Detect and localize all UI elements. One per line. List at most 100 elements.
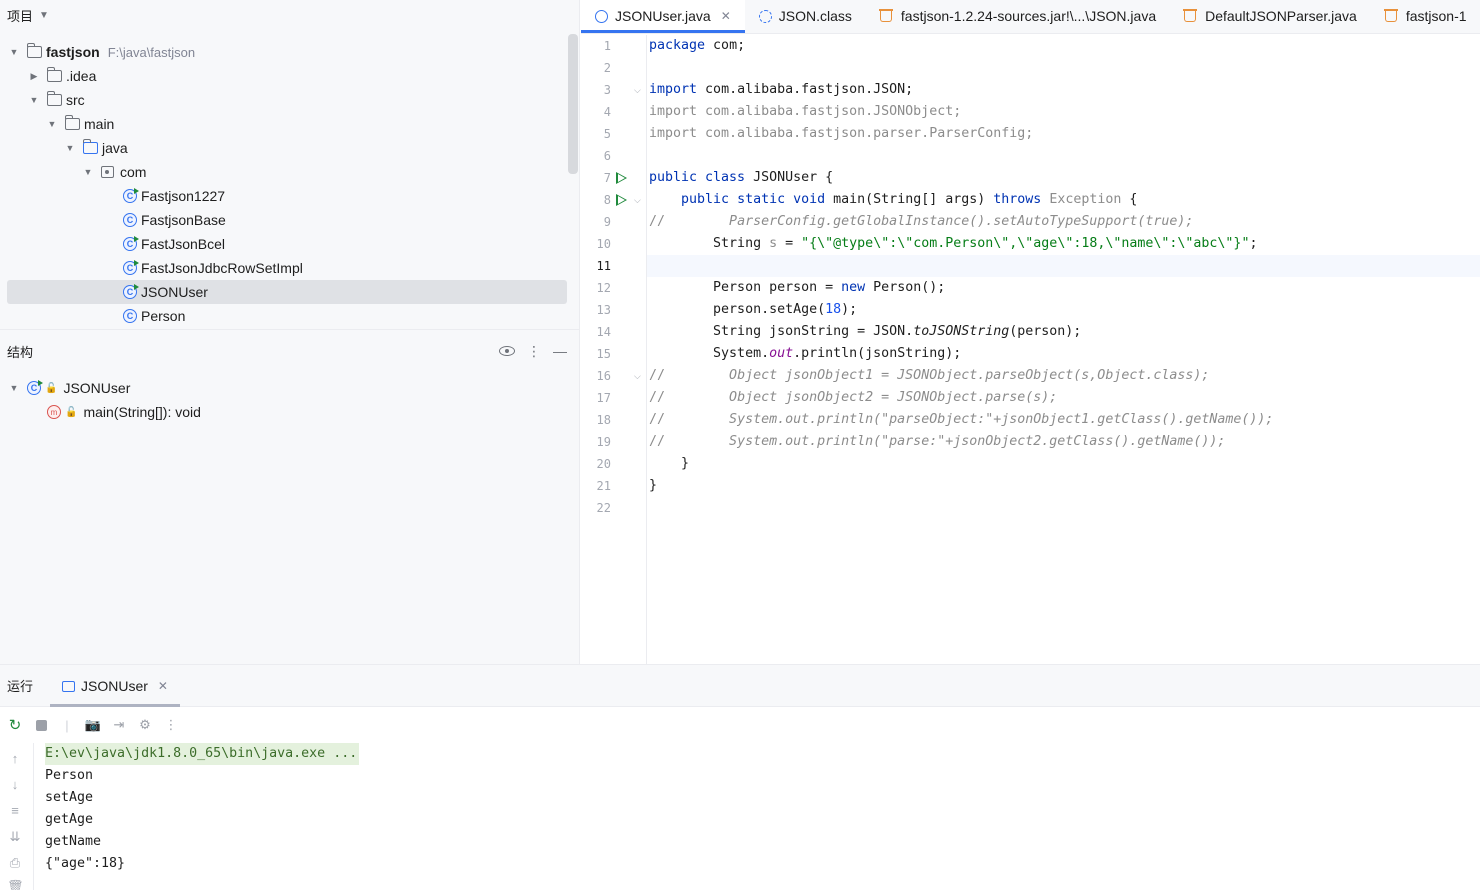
code-token: Exception xyxy=(1041,192,1122,207)
class-icon: C xyxy=(123,236,139,251)
code-token: Person person = xyxy=(649,280,842,295)
line-number: 9 xyxy=(603,215,611,229)
console-line: {"age":18} xyxy=(45,856,126,871)
chevron-down-icon[interactable]: ▼ xyxy=(45,119,59,129)
rerun-icon[interactable]: ↻ xyxy=(7,717,23,734)
tree-item-main[interactable]: ▼ main xyxy=(7,112,567,136)
arrow-down-icon[interactable]: ↓ xyxy=(7,777,23,792)
run-config-tab[interactable]: JSONUser ✕ xyxy=(50,665,180,707)
class-icon: C xyxy=(123,188,139,203)
tab-json-class[interactable]: JSON.class xyxy=(745,0,866,33)
tree-item-label: src xyxy=(66,92,85,108)
tree-item-fastjson1227[interactable]: C Fastjson1227 xyxy=(7,184,567,208)
tree-item-label: FastJsonBcel xyxy=(141,236,226,252)
tab-defaultjsonparser-java[interactable]: DefaultJSONParser.java xyxy=(1170,0,1371,33)
tree-item-idea[interactable]: ▶ .idea xyxy=(7,64,567,88)
panel-divider[interactable] xyxy=(0,329,580,330)
tree-item-src[interactable]: ▼ src xyxy=(7,88,567,112)
string-literal: "{\"@type\":\"com.Person\",\"age\":18,\"… xyxy=(801,236,1250,251)
code-line: person.setAge(18); xyxy=(649,299,857,321)
code-token: JSONUser { xyxy=(745,170,834,185)
attach-debugger-icon[interactable]: ⚙ xyxy=(137,717,153,733)
package-icon xyxy=(101,166,114,178)
soft-wrap-icon[interactable]: ≡ xyxy=(7,803,23,818)
eye-icon[interactable] xyxy=(499,346,515,356)
line-number: 16 xyxy=(596,369,611,383)
line-number: 13 xyxy=(596,303,611,317)
scroll-to-end-icon[interactable]: ⇊ xyxy=(7,829,23,845)
chevron-down-icon[interactable]: ▼ xyxy=(39,10,49,21)
project-panel-title[interactable]: 项目 xyxy=(7,6,33,25)
run-toolbar: ↻ | 📷 ⇥ ⚙ ⋮ xyxy=(0,708,1480,742)
chevron-down-icon[interactable]: ▼ xyxy=(7,383,21,393)
export-icon[interactable]: ⇥ xyxy=(111,717,127,733)
tab-label: fastjson-1.2.24-sources.jar!\...\JSON.ja… xyxy=(900,8,1157,24)
tab-jsonuser-java[interactable]: JSONUser.java ✕ xyxy=(581,0,745,33)
stop-icon[interactable] xyxy=(33,717,49,733)
code-line: import com.alibaba.fastjson.JSON; xyxy=(649,79,913,101)
tree-item-person[interactable]: C Person xyxy=(7,304,567,328)
tree-item-label: fastjson xyxy=(46,44,100,60)
code-token: String jsonString = JSON. xyxy=(649,324,914,339)
editor-gutter[interactable]: 1 2 3 4 5 6 7 8 9 10 11 12 13 14 15 16 1… xyxy=(581,35,647,664)
close-icon[interactable]: ✕ xyxy=(721,9,731,23)
structure-item-class[interactable]: ▼ C 🔓 JSONUser xyxy=(7,376,567,400)
arrow-up-icon[interactable]: ↑ xyxy=(7,751,23,766)
line-number: 1 xyxy=(603,39,611,53)
line-number: 2 xyxy=(603,61,611,75)
tree-item-label: Person xyxy=(141,308,186,324)
tree-item-java[interactable]: ▼ java xyxy=(7,136,567,160)
fold-icon[interactable]: ⌵ xyxy=(634,365,641,387)
tree-item-fastjsonbcel[interactable]: C FastJsonBcel xyxy=(7,232,567,256)
chevron-down-icon[interactable]: ▼ xyxy=(7,47,21,57)
tab-fastjson-sources-json-java[interactable]: fastjson-1.2.24-sources.jar!\...\JSON.ja… xyxy=(866,0,1170,33)
fold-icon[interactable]: ⌵ xyxy=(634,189,641,211)
more-options-icon[interactable]: ⋮ xyxy=(163,717,179,733)
line-number: 20 xyxy=(596,457,611,471)
camera-icon[interactable]: 📷 xyxy=(85,717,101,733)
chevron-down-icon[interactable]: ▼ xyxy=(27,95,41,105)
structure-item-method[interactable]: m 🔓 main(String[]): void xyxy=(7,400,567,424)
close-icon[interactable]: ✕ xyxy=(158,679,168,693)
code-token: String xyxy=(649,236,770,251)
run-main-icon[interactable] xyxy=(616,194,627,206)
code-token: person.setAge( xyxy=(649,302,826,317)
fold-icon[interactable]: ⌵ xyxy=(634,79,641,101)
run-class-icon[interactable] xyxy=(616,172,627,184)
tree-item-project-root[interactable]: ▼ fastjson F:\java\fastjson xyxy=(7,40,567,64)
project-path: F:\java\fastjson xyxy=(107,44,196,60)
tab-fastjson-truncated[interactable]: fastjson-1 xyxy=(1371,0,1480,33)
chevron-down-icon[interactable]: ▼ xyxy=(81,167,95,177)
tree-item-fastjsonbase[interactable]: C FastjsonBase xyxy=(7,208,567,232)
tree-item-label: JSONUser xyxy=(141,284,208,300)
public-access-icon: 🔓 xyxy=(45,382,58,394)
code-token: ); xyxy=(841,302,858,317)
console-line: setAge xyxy=(45,790,94,805)
console-command[interactable]: E:\ev\java\jdk1.8.0_65\bin\java.exe ... xyxy=(45,743,360,765)
minimize-icon[interactable]: — xyxy=(553,343,567,360)
java-source-icon xyxy=(1383,8,1398,22)
chevron-right-icon[interactable]: ▶ xyxy=(27,71,41,82)
code-line-unused-import: import com.alibaba.fastjson.JSONObject; xyxy=(649,104,962,119)
project-tree-scrollbar[interactable] xyxy=(568,34,578,174)
print-icon[interactable]: ⎙ xyxy=(7,855,23,871)
code-token: System. xyxy=(649,346,770,361)
trash-icon[interactable]: 🗑 xyxy=(7,879,24,890)
tree-item-label: FastjsonBase xyxy=(141,212,226,228)
tree-item-label: Fastjson1227 xyxy=(141,188,226,204)
tree-item-label: java xyxy=(102,140,128,156)
code-editor[interactable]: package com; import com.alibaba.fastjson… xyxy=(648,35,1480,664)
tree-item-jsonuser[interactable]: C JSONUser xyxy=(7,280,567,304)
chevron-down-icon[interactable]: ▼ xyxy=(63,143,77,153)
code-token: { xyxy=(1121,192,1138,207)
tree-item-com[interactable]: ▼ com xyxy=(7,160,567,184)
java-source-icon xyxy=(878,8,893,22)
line-number: 7 xyxy=(603,171,611,185)
project-panel-header[interactable]: 项目 ▼ xyxy=(0,0,580,30)
console-output[interactable]: E:\ev\java\jdk1.8.0_65\bin\java.exe ... … xyxy=(45,743,1475,875)
more-options-icon[interactable]: ⋮ xyxy=(527,343,541,360)
editor-tab-bar: JSONUser.java ✕ JSON.class fastjson-1.2.… xyxy=(581,0,1480,34)
tree-item-fastjsonjdbcrowsetimpl[interactable]: C FastJsonJdbcRowSetImpl xyxy=(7,256,567,280)
method-icon: m xyxy=(47,405,61,419)
console-line: getAge xyxy=(45,812,94,827)
